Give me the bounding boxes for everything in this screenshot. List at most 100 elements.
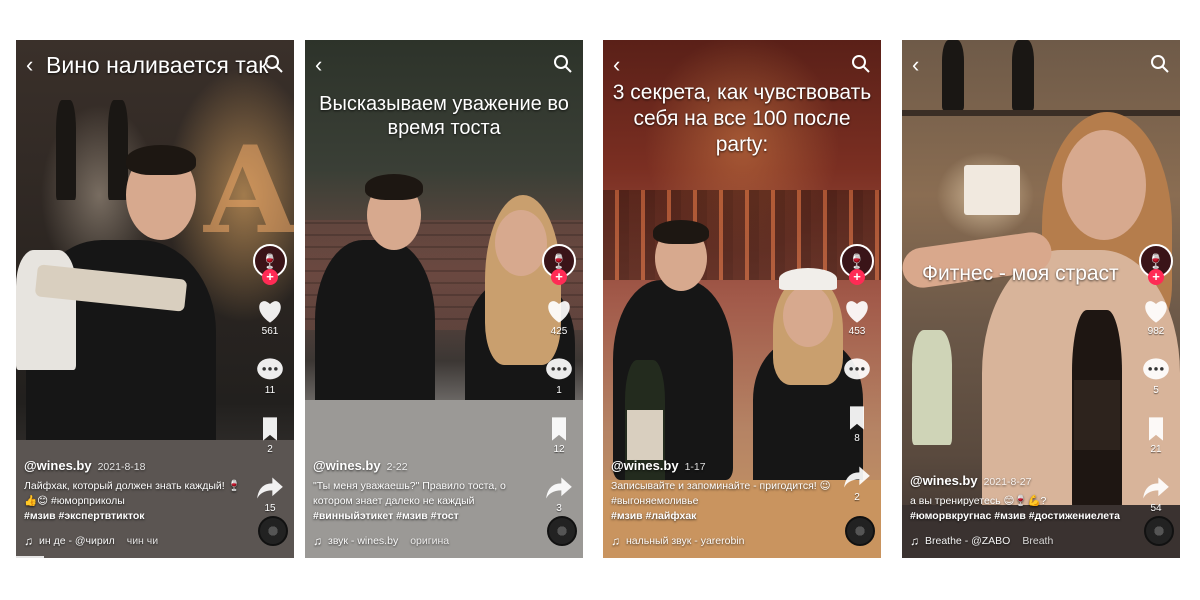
woman-head [783,285,833,347]
avatar[interactable]: 🍷 + [253,244,287,285]
marquee-letter-decoration: A [204,120,294,261]
action-rail: 🍷 + 561 11 2 15 [250,244,290,514]
sound-title-continued: оригина [410,535,450,547]
comment-icon [844,358,870,380]
bookmark-icon [850,406,864,430]
playback-progress-bar[interactable] [16,556,44,558]
like-button[interactable]: 561 [256,298,284,337]
wine-bottle [108,100,128,200]
share-count: 54 [1150,503,1162,514]
search-icon[interactable] [1150,54,1170,74]
hashtags[interactable]: #мзив #экспертвтикток [24,509,246,524]
heart-icon [259,301,281,323]
video-card-2[interactable]: ‹ Высказываем уважение во время тоста 🍷 +… [305,40,583,558]
hashtags[interactable]: #винныйэтикет #мзив #тост [313,509,535,524]
share-button[interactable]: 15 [256,475,284,514]
comment-button[interactable]: 1 [545,357,573,396]
share-count: 2 [854,492,860,503]
bookmark-button[interactable]: 8 [843,405,871,444]
share-button[interactable]: 2 [843,464,871,503]
bookmark-button[interactable]: 12 [545,416,573,455]
comment-button[interactable]: 11 [256,357,284,396]
sound-title-continued: Breath [1022,535,1054,547]
sound-disc-icon[interactable] [258,516,288,546]
caption-text: а вы тренируетесь 😊🍷💪? [910,495,1047,507]
bookmark-count: 12 [553,444,565,455]
search-icon[interactable] [851,54,871,74]
bookmark-count: 2 [267,444,273,455]
share-icon [844,466,870,488]
username-link[interactable]: @wines.by [24,458,92,473]
video-card-1[interactable]: A ‹ Вино наливается так 🍷 + 561 11 2 15 @… [16,40,294,558]
shelf [902,110,1180,116]
like-button[interactable]: 982 [1142,298,1170,337]
santa-hat [779,268,837,290]
search-icon[interactable] [553,54,573,74]
follow-plus-button[interactable]: + [262,269,278,285]
like-button[interactable]: 453 [843,298,871,337]
follow-plus-button[interactable]: + [551,269,567,285]
hashtags[interactable]: #мзив #лайфхак [611,509,833,524]
like-count: 982 [1147,326,1165,337]
username-link[interactable]: @wines.by [611,458,679,473]
comment-icon [1143,358,1169,380]
like-count: 561 [261,326,279,337]
video-headline: Высказываем уважение во время тоста [319,93,569,139]
sound-disc-icon[interactable] [1144,516,1174,546]
comment-count: 11 [264,385,276,396]
back-arrow-icon[interactable]: ‹ [613,54,635,76]
avatar[interactable]: 🍷 + [542,244,576,285]
sound-disc-icon[interactable] [547,516,577,546]
wine-bottle [942,40,964,110]
follow-plus-button[interactable]: + [849,269,865,285]
username-link[interactable]: @wines.by [910,473,978,488]
music-note-icon: ♫ [313,534,322,548]
username-link[interactable]: @wines.by [313,458,381,473]
share-button[interactable]: 3 [545,475,573,514]
post-date: 1-17 [684,461,706,473]
back-arrow-icon[interactable]: ‹ [315,54,337,76]
avatar[interactable]: 🍷 + [840,244,874,285]
bookmark-count: 21 [1150,444,1162,455]
video-card-3[interactable]: ‹ 3 секрета, как чувствовать себя на все… [603,40,881,558]
music-note-icon: ♫ [24,534,33,548]
bookmark-button[interactable]: 2 [256,416,284,455]
video-meta: @wines.by 2021-8-18 Лайфхак, который долж… [24,458,246,548]
share-icon [257,477,283,499]
back-arrow-icon[interactable]: ‹ [912,54,934,76]
music-note-icon: ♫ [910,534,919,548]
post-date: 2021-8-18 [97,461,146,473]
sound-link[interactable]: ♫ Breathe - @ZABO Breath [910,534,1132,548]
sound-disc-icon[interactable] [845,516,875,546]
video-card-4[interactable]: ‹ Фитнес - моя страст 🍷 + 982 5 21 54 @wi… [902,40,1180,558]
sound-link[interactable]: ♫ звук - wines.by оригина [313,534,535,548]
sound-title: нальный звук - yarerobin [626,535,745,547]
back-arrow-icon[interactable]: ‹ [26,54,48,76]
hashtags[interactable]: #юморвкругнас #мзив #достижениелета [910,509,1132,524]
like-button[interactable]: 425 [545,298,573,337]
follow-plus-button[interactable]: + [1148,269,1164,285]
heart-icon [846,301,868,323]
comment-icon [546,358,572,380]
video-meta: @wines.by 2-22 "Ты меня уважаешь?" Правил… [313,458,535,548]
bottle-label [1074,380,1120,450]
video-headline: 3 секрета, как чувствовать себя на все 1… [612,81,872,156]
avatar[interactable]: 🍷 + [1139,244,1173,285]
comment-button[interactable] [843,357,871,385]
bottle-label [627,410,663,460]
share-button[interactable]: 54 [1142,475,1170,514]
comment-count: 5 [1153,385,1159,396]
bookmark-button[interactable]: 21 [1142,416,1170,455]
action-rail: 🍷 + 453 8 2 [837,244,877,503]
bookmark-icon [1149,417,1163,441]
man-hair [653,220,709,244]
comment-button[interactable]: 5 [1142,357,1170,396]
sound-link[interactable]: ♫ нальный звук - yarerobin [611,534,833,548]
caption-text: Записывайте и запоминайте - пригодится! … [611,480,831,507]
music-note-icon: ♫ [611,534,620,548]
sound-link[interactable]: ♫ ин де - @чирил чин чи [24,534,246,548]
action-rail: 🍷 + 982 5 21 54 [1136,244,1176,514]
bookmark-icon [552,417,566,441]
wine-bottle [56,100,76,200]
wine-bottle [1012,40,1034,110]
